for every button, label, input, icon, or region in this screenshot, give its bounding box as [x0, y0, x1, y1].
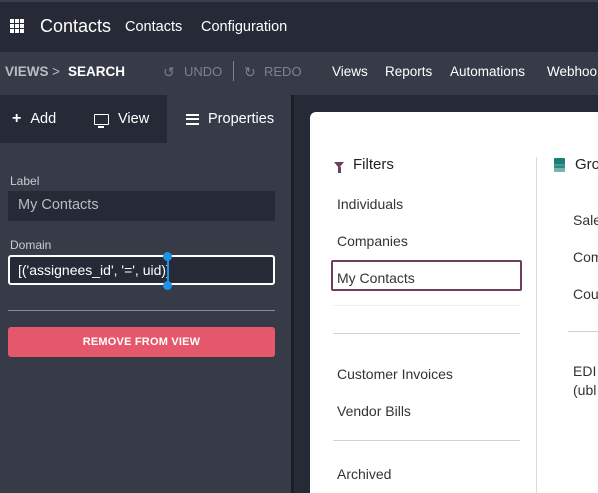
toolbar-divider: [233, 61, 234, 81]
top-navbar: Contacts Contacts Configuration: [0, 0, 598, 52]
group-by-title: Gro: [575, 156, 598, 173]
plus-icon: +: [12, 110, 22, 127]
column-divider: [536, 157, 537, 493]
selection-handle-bottom[interactable]: [163, 281, 172, 290]
group-item-edi-format[interactable]: (ubl: [573, 382, 596, 398]
filter-my-contacts[interactable]: My Contacts: [337, 270, 415, 286]
layers-icon: [553, 158, 566, 172]
monitor-icon: [94, 113, 109, 128]
filter-separator-faint: [333, 305, 520, 306]
filter-individuals[interactable]: Individuals: [337, 196, 403, 212]
breadcrumb-separator: >: [52, 64, 60, 79]
studio-menu-views[interactable]: Views: [332, 64, 368, 79]
group-item-edi[interactable]: EDI: [573, 363, 596, 379]
apps-grid-icon[interactable]: [10, 19, 24, 33]
panel-divider: [8, 310, 275, 311]
filter-customer-invoices[interactable]: Customer Invoices: [337, 366, 453, 382]
breadcrumb-search: SEARCH: [68, 64, 126, 79]
filter-funnel-icon: [334, 161, 344, 173]
tab-properties-label: Properties: [208, 111, 275, 127]
tab-view[interactable]: View: [83, 95, 167, 143]
undo-button[interactable]: UNDO: [184, 64, 222, 79]
tab-properties[interactable]: Properties: [167, 95, 291, 143]
label-caption: Label: [10, 174, 40, 188]
tab-add-label: Add: [30, 111, 57, 127]
text-cursor: [167, 260, 169, 282]
breadcrumb-views[interactable]: VIEWS: [5, 64, 49, 79]
filters-header: Filters: [334, 156, 394, 173]
sidebar-tabs: + Add View Properties: [0, 95, 291, 143]
properties-panel: Label My Contacts Domain [('assignees_id…: [0, 143, 291, 493]
menu-contacts[interactable]: Contacts: [125, 19, 182, 35]
group-item-salesperson[interactable]: Sale: [573, 212, 598, 228]
menu-configuration[interactable]: Configuration: [201, 19, 287, 35]
domain-caption: Domain: [10, 238, 52, 252]
studio-menu-webhooks[interactable]: Webhoo: [547, 64, 597, 79]
filter-separator: [333, 440, 520, 441]
redo-icon[interactable]: ↻: [244, 64, 256, 81]
filter-vendor-bills[interactable]: Vendor Bills: [337, 403, 411, 419]
domain-input[interactable]: [('assignees_id', '=', uid)]: [8, 255, 275, 285]
filter-separator: [333, 333, 520, 334]
studio-toolbar: VIEWS > SEARCH ↺ UNDO ↻ REDO Views Repor…: [0, 52, 598, 95]
undo-icon[interactable]: ↺: [163, 64, 175, 81]
filters-title: Filters: [353, 156, 394, 173]
app-brand[interactable]: Contacts: [40, 16, 111, 37]
filter-archived[interactable]: Archived: [337, 466, 391, 482]
properties-icon: [186, 113, 199, 125]
group-separator: [568, 331, 598, 332]
remove-from-view-button[interactable]: REMOVE FROM VIEW: [8, 327, 275, 357]
group-by-header: Gro: [553, 156, 598, 173]
tab-add[interactable]: + Add: [0, 95, 83, 143]
view-canvas: Filters Individuals Companies My Contact…: [294, 95, 598, 493]
studio-sidebar: + Add View Properties Label My Contacts …: [0, 95, 291, 493]
label-input[interactable]: My Contacts: [8, 191, 275, 221]
studio-menu-reports[interactable]: Reports: [385, 64, 432, 79]
tab-view-label: View: [118, 111, 150, 127]
studio-menu-automations[interactable]: Automations: [450, 64, 525, 79]
group-item-country[interactable]: Cou: [573, 286, 598, 302]
filter-companies[interactable]: Companies: [337, 233, 408, 249]
group-item-company[interactable]: Com: [573, 249, 598, 265]
redo-button[interactable]: REDO: [264, 64, 302, 79]
search-panel-card: Filters Individuals Companies My Contact…: [310, 112, 598, 493]
